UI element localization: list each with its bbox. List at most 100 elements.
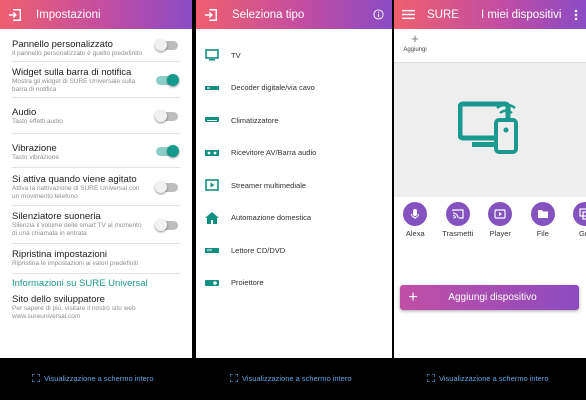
type-label: Automazione domestica: [231, 213, 312, 223]
setting-reset[interactable]: Ripristina impostazioni Ripristina le im…: [12, 244, 180, 274]
setting-title: Silenziatore suoneria: [12, 211, 101, 222]
devices-empty-illustration: [394, 63, 586, 197]
mic-icon: [411, 209, 420, 219]
settings-app-bar: Impostazioni: [0, 0, 192, 29]
setting-vibration[interactable]: Vibrazione Tasto vibrazione: [12, 134, 180, 168]
shortcut-group[interactable]: Gru: [564, 200, 586, 238]
shake-activate-toggle[interactable]: [155, 180, 178, 193]
menu-icon[interactable]: [402, 9, 415, 20]
av-receiver-icon: [205, 149, 219, 156]
setting-shake-activate[interactable]: Si attiva quando viene agitato Attiva la…: [12, 168, 180, 206]
setting-custom-panel[interactable]: Pannello personalizzato Il pannello pers…: [12, 29, 180, 62]
settings-list: Pannello personalizzato Il pannello pers…: [0, 29, 192, 328]
shortcut-label: File: [536, 229, 549, 238]
decoder-icon: [205, 85, 219, 90]
type-item-tv[interactable]: TV: [196, 39, 392, 72]
my-devices-screen: SURE I miei dispositivi + Aggiungi Alexa…: [394, 0, 586, 358]
dvd-player-icon: [205, 248, 219, 254]
setting-title: Pannello personalizzato: [12, 39, 113, 50]
toggle-knob: [155, 109, 167, 122]
folder-icon: [537, 210, 548, 218]
select-type-title: Seleziona tipo: [232, 8, 305, 21]
group-icon: [579, 208, 586, 220]
type-label: Ricevitore AV/Barra audio: [231, 148, 317, 158]
setting-subtitle: Per sapere di più, visitare il nostro si…: [12, 305, 136, 320]
type-item-air-conditioner[interactable]: Climatizzatore: [196, 104, 392, 137]
type-item-streamer[interactable]: Streamer multimediale: [196, 169, 392, 202]
setting-title: Sito dello sviluppatore: [12, 294, 105, 305]
projector-icon: [205, 279, 219, 286]
shortcut-circle: [403, 202, 428, 226]
add-device-button[interactable]: + Aggiungi dispositivo: [400, 285, 579, 310]
more-vert-icon[interactable]: [574, 9, 578, 21]
ringer-mute-toggle[interactable]: [155, 218, 178, 231]
custom-panel-toggle[interactable]: [155, 39, 178, 51]
setting-title: Widget sulla barra di notifica: [12, 67, 132, 78]
fullscreen-link[interactable]: Visualizzazione a schermo intero: [427, 372, 549, 384]
vibration-toggle[interactable]: [156, 144, 179, 157]
type-item-av-receiver[interactable]: Ricevitore AV/Barra audio: [196, 137, 392, 170]
setting-title: Si attiva quando viene agitato: [12, 174, 137, 185]
setting-title: Ripristina impostazioni: [12, 249, 108, 260]
fullscreen-label: Visualizzazione a schermo intero: [439, 373, 549, 383]
home-icon: [205, 211, 219, 224]
type-label: Streamer multimediale: [231, 180, 307, 190]
type-label: Climatizzatore: [231, 115, 279, 125]
setting-notification-widget[interactable]: Widget sulla barra di notifica Mostra gl…: [12, 62, 180, 98]
shortcut-alexa[interactable]: Alexa: [394, 200, 437, 238]
devices-app-bar: SURE I miei dispositivi: [394, 0, 586, 29]
info-icon[interactable]: [373, 9, 384, 20]
toggle-knob: [155, 180, 167, 193]
type-item-decoder[interactable]: Decoder digitale/via cavo: [196, 72, 392, 105]
shortcut-label: Alexa: [405, 229, 425, 238]
type-item-dvd-player[interactable]: Lettore CD/DVD: [196, 234, 392, 267]
shortcut-circle: [573, 202, 586, 226]
player-icon: [494, 209, 506, 219]
setting-audio[interactable]: Audio Tasto effetti audio: [12, 98, 180, 134]
setting-developer-site[interactable]: Sito dello sviluppatore Per sapere di pi…: [12, 292, 180, 328]
shortcut-circle: [530, 202, 555, 226]
plus-icon: +: [411, 31, 419, 46]
plus-icon: +: [408, 288, 418, 306]
fullscreen-icon: [427, 374, 435, 382]
type-label: Proiettore: [231, 278, 264, 288]
setting-ringer-mute[interactable]: Silenziatore suoneria Silenzia il volume…: [12, 206, 180, 244]
toggle-knob: [155, 218, 167, 231]
type-label: Decoder digitale/via cavo: [231, 83, 315, 93]
toggle-knob: [155, 39, 167, 51]
air-conditioner-icon: [205, 117, 219, 123]
tv-remote-icon: [458, 101, 518, 154]
shortcut-label: Trasmetti: [442, 229, 474, 238]
setting-subtitle: Attiva la riattivazione di SURE Universa…: [12, 185, 140, 200]
devices-title: I miei dispositivi: [480, 8, 562, 21]
notification-widget-toggle[interactable]: [156, 73, 179, 86]
shortcut-file[interactable]: File: [522, 200, 565, 238]
shortcut-cast[interactable]: Trasmetti: [437, 200, 480, 238]
setting-subtitle: Il pannello personalizzato è quello pred…: [12, 50, 143, 57]
shortcut-row: Alexa Trasmetti Player File Gru: [394, 200, 586, 238]
audio-toggle[interactable]: [155, 109, 178, 122]
exit-icon[interactable]: [8, 8, 22, 22]
settings-screen: Impostazioni Pannello personalizzato Il …: [0, 0, 192, 358]
add-device-label: Aggiungi dispositivo: [448, 292, 537, 303]
fullscreen-icon: [230, 374, 238, 382]
setting-title: Vibrazione: [12, 143, 57, 154]
exit-icon[interactable]: [204, 8, 218, 22]
type-item-home-automation[interactable]: Automazione domestica: [196, 202, 392, 235]
fullscreen-link[interactable]: Visualizzazione a schermo intero: [32, 372, 154, 384]
devices-toolbar: + Aggiungi: [394, 29, 586, 63]
shortcut-player[interactable]: Player: [479, 200, 522, 238]
setting-subtitle: Silenzia il volume delle smart TV al mom…: [12, 222, 142, 237]
tv-icon: [205, 49, 219, 61]
fullscreen-icon: [32, 374, 40, 382]
type-item-projector[interactable]: Proiettore: [196, 267, 392, 300]
select-type-screen: Seleziona tipo TV Decoder digitale/via c…: [196, 0, 392, 358]
type-label: TV: [231, 50, 241, 60]
type-list: TV Decoder digitale/via cavo Climatizzat…: [196, 29, 392, 299]
toggle-knob: [167, 73, 179, 86]
add-button[interactable]: + Aggiungi: [400, 31, 430, 53]
type-label: Lettore CD/DVD: [231, 245, 286, 255]
fullscreen-link[interactable]: Visualizzazione a schermo intero: [230, 372, 352, 384]
select-type-app-bar: Seleziona tipo: [196, 0, 392, 29]
cast-icon: [452, 209, 464, 219]
